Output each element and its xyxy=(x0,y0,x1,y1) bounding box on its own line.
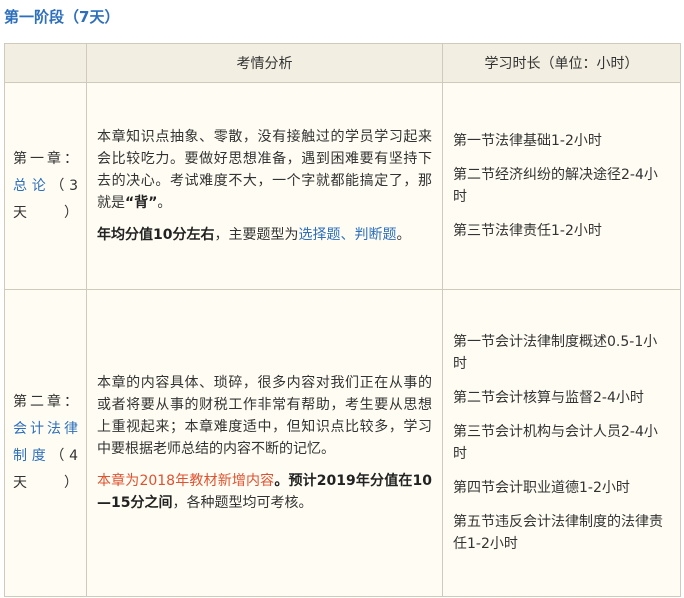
score-text-end: ，各种题型均可考核。 xyxy=(172,495,313,511)
hours-cell: 第一节会计法律制度概述0.5-1小时 第二节会计核算与监督2-4小时 第三节会计… xyxy=(442,289,681,597)
score-paragraph: 本章为2018年教材新增内容。预计2019年分值在10—15分之间，各种题型均可… xyxy=(97,470,432,514)
hours-cell: 第一节法律基础1-2小时 第二节经济纠纷的解决途径2-4小时 第三节法律责任1-… xyxy=(442,82,681,290)
analysis-paragraph: 本章的内容具体、琐碎，很多内容对我们正在从事的或者将要从事的财税工作非常有帮助，… xyxy=(97,375,432,457)
chapter-link[interactable]: 总论 xyxy=(13,178,50,194)
table-header-row: 考情分析 学习时长（单位：小时） xyxy=(4,43,681,83)
list-item: 第一节会计法律制度概述0.5-1小时 xyxy=(453,334,658,372)
table-row: 第二章：会计法律制度（4天） 本章的内容具体、琐碎，很多内容对我们正在从事的或者… xyxy=(4,289,681,597)
score-bold: 年均分值10分左右 xyxy=(97,227,215,243)
header-study-hours: 学习时长（单位：小时） xyxy=(442,43,681,83)
header-chapter xyxy=(4,43,87,83)
stage-title: 第一阶段（7天） xyxy=(4,8,120,26)
chapter-cell: 第二章：会计法律制度（4天） xyxy=(4,289,87,597)
analysis-cell: 本章知识点抽象、零散，没有接触过的学员学习起来会比较吃力。要做好思想准备，遇到困… xyxy=(86,82,443,290)
table-row: 第一章：总论（3天） 本章知识点抽象、零散，没有接触过的学员学习起来会比较吃力。… xyxy=(4,82,681,290)
list-item: 第三节法律责任1-2小时 xyxy=(453,223,602,239)
chapter-prefix: 第一章： xyxy=(13,150,78,167)
list-item: 第二节经济纠纷的解决途径2-4小时 xyxy=(453,167,658,205)
study-plan-table: 考情分析 学习时长（单位：小时） 第一章：总论（3天） 本章知识点抽象、零散，没… xyxy=(4,43,681,597)
analysis-text-end: 。 xyxy=(157,195,172,211)
header-analysis: 考情分析 xyxy=(86,43,443,83)
score-paragraph: 年均分值10分左右，主要题型为选择题、判断题。 xyxy=(97,224,432,246)
list-item: 第三节会计机构与会计人员2-4小时 xyxy=(453,424,658,462)
list-item: 第二节会计核算与监督2-4小时 xyxy=(453,390,644,406)
list-item: 第五节违反会计法律制度的法律责任1-2小时 xyxy=(453,514,663,552)
analysis-cell: 本章的内容具体、琐碎，很多内容对我们正在从事的或者将要从事的财税工作非常有帮助，… xyxy=(86,289,443,597)
score-sep: 。 xyxy=(274,473,289,489)
list-item: 第四节会计职业道德1-2小时 xyxy=(453,480,630,496)
new-content-note: 本章为2018年教材新增内容 xyxy=(97,473,275,489)
score-text-end: 。 xyxy=(396,227,411,243)
list-item: 第一节法律基础1-2小时 xyxy=(453,133,602,149)
question-types: 选择题、判断题 xyxy=(298,227,397,243)
chapter-prefix: 第二章： xyxy=(13,394,78,410)
score-text: ，主要题型为 xyxy=(214,227,299,243)
analysis-paragraph: 本章知识点抽象、零散，没有接触过的学员学习起来会比较吃力。要做好思想准备，遇到困… xyxy=(97,126,432,214)
analysis-bold: “背” xyxy=(125,195,158,211)
chapter-cell: 第一章：总论（3天） xyxy=(4,82,87,290)
